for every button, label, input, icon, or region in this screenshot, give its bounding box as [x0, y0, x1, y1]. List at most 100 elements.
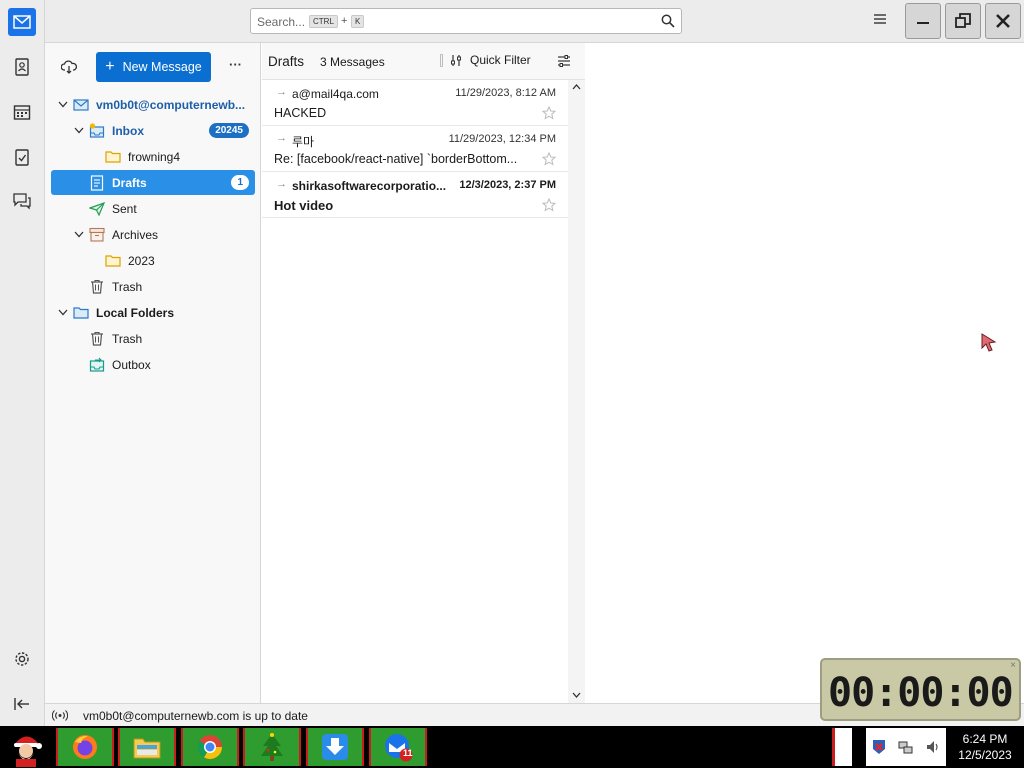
- message-count: 3 Messages: [320, 55, 385, 69]
- folder-row-local-folders[interactable]: Local Folders: [51, 300, 255, 325]
- star-icon[interactable]: [542, 152, 556, 166]
- quick-filter-label: Quick Filter: [470, 53, 531, 67]
- status-text: vm0b0t@computernewb.com is up to date: [83, 709, 308, 723]
- quick-filter-button[interactable]: Quick Filter: [450, 53, 531, 67]
- chat-icon: [13, 193, 31, 210]
- taskbar-file-explorer[interactable]: [118, 728, 176, 766]
- folder-row-drafts[interactable]: Drafts 1: [51, 170, 255, 195]
- folder-row-local-trash[interactable]: Trash: [51, 326, 255, 351]
- kbd-ctrl: CTRL: [309, 15, 338, 28]
- chevron-down-icon[interactable]: [73, 229, 85, 241]
- plus-icon: +: [105, 58, 115, 75]
- folder-label: Inbox: [112, 123, 144, 138]
- divider: [440, 54, 443, 67]
- folder-label: Outbox: [112, 357, 151, 372]
- chevron-down-icon[interactable]: [73, 125, 85, 137]
- folder-row-trash[interactable]: Trash: [51, 274, 255, 299]
- network-icon[interactable]: [898, 739, 914, 755]
- outbox-icon: [89, 357, 105, 373]
- get-messages-button[interactable]: [60, 59, 78, 78]
- timer-widget[interactable]: 00:00:00 ×: [820, 658, 1021, 721]
- unread-count-badge: 1: [231, 175, 249, 190]
- folder-row-archives[interactable]: Archives: [51, 222, 255, 247]
- tasks-space-button[interactable]: [8, 143, 36, 171]
- folder-row-sent[interactable]: Sent: [51, 196, 255, 221]
- star-icon[interactable]: [542, 106, 556, 120]
- display-options-button[interactable]: [557, 54, 571, 71]
- folder-label: Sent: [112, 201, 137, 216]
- taskbar-clock[interactable]: 6:24 PM 12/5/2023: [946, 728, 1024, 766]
- folder-label: frowning4: [128, 149, 181, 164]
- sent-icon: [89, 201, 105, 217]
- global-search-box[interactable]: Search... CTRL + K: [250, 8, 682, 34]
- thread-pane: Drafts 3 Messages Quick Filter → a@mail4…: [262, 43, 585, 703]
- christmas-tree-icon: [261, 733, 283, 761]
- chevron-down-icon[interactable]: [57, 99, 69, 111]
- search-icon[interactable]: [661, 14, 675, 28]
- taskbar-firefox[interactable]: [56, 728, 114, 766]
- folder-row-account[interactable]: vm0b0t@computernewb...: [51, 92, 255, 117]
- message-row[interactable]: → shirkasoftwarecorporatio... 12/3/2023,…: [262, 172, 568, 218]
- taskbar-thunderbird[interactable]: 11: [369, 728, 427, 766]
- taskbar-chrome[interactable]: [181, 728, 239, 766]
- calendar-space-button[interactable]: [8, 98, 36, 126]
- clock-date: 12/5/2023: [958, 748, 1012, 762]
- santa-start-icon: [14, 736, 42, 767]
- message-date: 11/29/2023, 8:12 AM: [455, 87, 556, 99]
- unified-toolbar: Search... CTRL + K: [45, 0, 1024, 43]
- thread-scrollbar[interactable]: [568, 80, 585, 703]
- drafts-icon: [89, 174, 105, 191]
- collapse-left-icon: [14, 698, 29, 710]
- restore-button[interactable]: [945, 3, 981, 39]
- thread-pane-header: Drafts 3 Messages Quick Filter: [262, 43, 585, 80]
- message-date: 12/3/2023, 2:37 PM: [459, 179, 556, 191]
- message-subject: Re: [facebook/react-native] `borderBotto…: [274, 152, 518, 166]
- folder-row-outbox[interactable]: Outbox: [51, 352, 255, 377]
- unread-count-badge: 20245: [209, 123, 249, 138]
- folder-label: Trash: [112, 279, 143, 294]
- forward-arrow-icon: →: [276, 178, 287, 190]
- search-placeholder: Search...: [257, 15, 306, 29]
- trash-icon: [89, 279, 105, 295]
- minimize-button[interactable]: [905, 3, 941, 39]
- scroll-down-icon[interactable]: [572, 692, 581, 698]
- collapse-spaces-button[interactable]: [8, 690, 36, 718]
- folder-title: Drafts: [268, 54, 305, 69]
- calendar-icon: [13, 105, 31, 120]
- address-book-space-button[interactable]: [8, 53, 36, 81]
- start-button[interactable]: [6, 727, 46, 767]
- security-alert-icon[interactable]: [871, 739, 887, 755]
- message-row[interactable]: → 루마 11/29/2023, 12:34 PM Re: [facebook/…: [262, 126, 568, 172]
- close-button[interactable]: [985, 3, 1021, 39]
- chat-space-button[interactable]: [8, 187, 36, 215]
- mail-space-button[interactable]: [8, 8, 36, 36]
- timer-close-icon[interactable]: ×: [1010, 660, 1016, 671]
- archive-icon: [89, 227, 105, 243]
- settings-button[interactable]: [8, 645, 36, 673]
- message-sender: a@mail4qa.com: [292, 87, 379, 101]
- folder-row-2023[interactable]: 2023: [51, 248, 255, 273]
- new-message-button[interactable]: + New Message: [96, 52, 211, 82]
- scroll-up-icon[interactable]: [572, 84, 581, 90]
- message-subject: Hot video: [274, 198, 334, 213]
- account-mail-icon: [73, 97, 89, 113]
- message-row[interactable]: → a@mail4qa.com 11/29/2023, 8:12 AM HACK…: [262, 80, 568, 126]
- volume-icon[interactable]: [925, 739, 941, 755]
- star-icon[interactable]: [542, 198, 556, 212]
- online-status-icon[interactable]: [52, 710, 68, 721]
- folder-pane-more-button[interactable]: ···: [229, 57, 242, 72]
- message-sender: shirkasoftwarecorporatio...: [292, 179, 447, 193]
- thunderbird-icon: [385, 734, 413, 762]
- app-menu-button[interactable]: [873, 13, 889, 27]
- local-folder-icon: [73, 305, 89, 321]
- thunderbird-unread-badge: 11: [403, 748, 413, 758]
- folder-label: Archives: [112, 227, 159, 242]
- taskbar-downloader[interactable]: [306, 728, 364, 766]
- download-icon: [322, 734, 348, 760]
- taskbar-christmas-tree[interactable]: [243, 728, 301, 766]
- folder-row-frowning4[interactable]: frowning4: [51, 144, 255, 169]
- forward-arrow-icon: →: [276, 132, 287, 144]
- chrome-icon: [197, 735, 222, 760]
- folder-row-inbox[interactable]: Inbox 20245: [51, 118, 255, 143]
- chevron-down-icon[interactable]: [57, 307, 69, 319]
